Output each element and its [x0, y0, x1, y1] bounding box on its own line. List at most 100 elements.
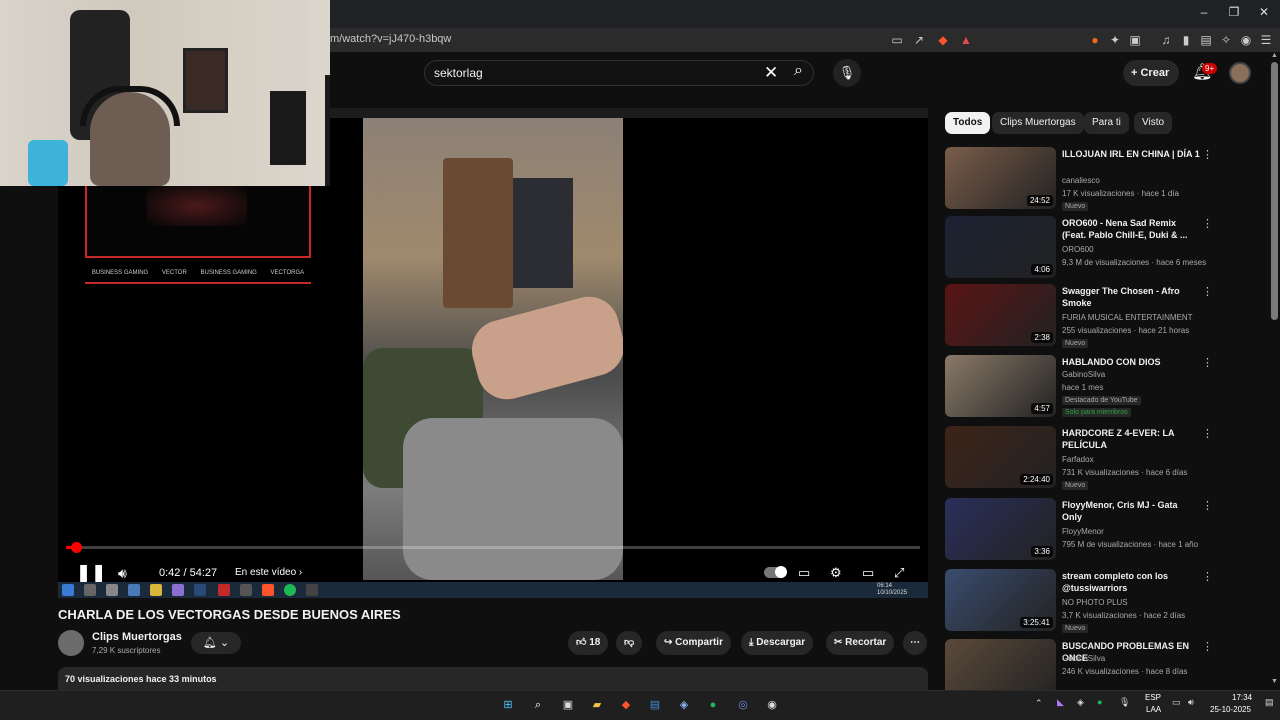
- more-options-icon[interactable]: ⋮: [1202, 217, 1213, 230]
- url-text[interactable]: m/watch?v=jJ470-h3bqw: [330, 33, 451, 45]
- progress-track[interactable]: [66, 546, 920, 549]
- recommendation-channel[interactable]: NO PHOTO PLUS: [1062, 598, 1128, 607]
- recommendation-channel[interactable]: FloyyMenor: [1062, 527, 1104, 536]
- more-options-icon[interactable]: ⋮: [1202, 148, 1213, 161]
- menu-icon[interactable]: ☰: [1258, 32, 1274, 48]
- recommendation-channel[interactable]: Farfadox: [1062, 455, 1094, 464]
- recommendation-thumbnail[interactable]: 2:24:40: [945, 426, 1056, 488]
- extension-box-icon[interactable]: ▣: [1127, 32, 1143, 48]
- pause-icon[interactable]: ❚❚: [76, 563, 106, 584]
- maximize-icon[interactable]: ❐: [1227, 5, 1241, 19]
- tray-spotify-icon[interactable]: ●: [1097, 697, 1102, 707]
- recommendation-channel[interactable]: GabinoSilva: [1062, 654, 1105, 663]
- subtitles-icon[interactable]: ▭: [798, 565, 810, 581]
- recommendation-thumbnail[interactable]: 3:25:41: [945, 569, 1056, 631]
- recommendation-channel[interactable]: GabinoSilva: [1062, 370, 1105, 379]
- recommendation-title[interactable]: ILLOJUAN IRL EN CHINA | DÍA 1: [1062, 148, 1200, 160]
- spotify-icon[interactable]: ●: [704, 696, 722, 714]
- chip-todos[interactable]: Todos: [945, 112, 991, 134]
- microphone-icon[interactable]: 🎙︎: [833, 59, 861, 87]
- start-icon[interactable]: ⊞: [499, 696, 517, 714]
- autoplay-knob[interactable]: [775, 566, 787, 578]
- clock-date[interactable]: 25-10-2025: [1210, 705, 1251, 714]
- like-button[interactable]: 👍︎ 18: [568, 631, 609, 655]
- account-avatar[interactable]: [1229, 62, 1251, 84]
- recommendation-title[interactable]: HARDCORE Z 4-EVER: LA PELÍCULA: [1062, 427, 1200, 451]
- recommendation-title[interactable]: HABLANDO CON DIOS: [1062, 356, 1200, 368]
- keyboard-language[interactable]: ESP: [1145, 693, 1161, 702]
- tray-mic-icon[interactable]: 🎙︎: [1119, 697, 1130, 708]
- tray-chevron-icon[interactable]: ⌃: [1035, 698, 1043, 709]
- recommendation-title[interactable]: Swagger The Chosen - Afro Smoke: [1062, 285, 1200, 309]
- recommendation-thumbnail[interactable]: 4:57: [945, 355, 1056, 417]
- notification-center-icon[interactable]: ▤: [1265, 697, 1274, 708]
- recommendation-channel[interactable]: FURIA MUSICAL ENTERTAINMENT: [1062, 313, 1193, 322]
- dislike-button[interactable]: 👎︎: [616, 631, 643, 655]
- channel-name[interactable]: Clips Muertorgas: [92, 631, 182, 643]
- photos-icon[interactable]: ▤: [646, 696, 664, 714]
- chip-visto[interactable]: Visto: [1134, 112, 1173, 134]
- chapter-button[interactable]: En este vídeo ›: [235, 567, 302, 578]
- extension-puzzle-icon[interactable]: ✦: [1107, 32, 1123, 48]
- tray-app-icon[interactable]: ◣: [1057, 697, 1064, 708]
- more-actions-button[interactable]: ⋯: [903, 631, 927, 655]
- more-options-icon[interactable]: ⋮: [1202, 427, 1213, 440]
- search-query[interactable]: sektorlag: [434, 66, 483, 80]
- more-options-icon[interactable]: ⋮: [1202, 640, 1213, 653]
- sidebar-icon[interactable]: ▮: [1178, 32, 1194, 48]
- progress-scrubber[interactable]: [71, 542, 82, 553]
- recommendation-thumbnail[interactable]: 3:36: [945, 498, 1056, 560]
- chip-para-ti[interactable]: Para ti: [1084, 112, 1129, 134]
- cast-icon[interactable]: ▭: [889, 32, 905, 48]
- taskbar-search-icon[interactable]: ⌕: [529, 696, 547, 714]
- music-icon[interactable]: ♫: [1158, 32, 1174, 48]
- recommendation-thumbnail[interactable]: 2:38: [945, 284, 1056, 346]
- more-options-icon[interactable]: ⋮: [1202, 356, 1213, 369]
- download-button[interactable]: ⤓ Descargar: [741, 631, 814, 655]
- recommendation-channel[interactable]: ORO600: [1062, 245, 1094, 254]
- chip-clips-muertorgas[interactable]: Clips Muertorgas: [992, 112, 1084, 134]
- recommendation-title[interactable]: ORO600 - Nena Sad Remix (Feat. Pablo Chi…: [1062, 217, 1200, 241]
- volume-tray-icon[interactable]: 🔊︎: [1188, 697, 1194, 708]
- clear-search-icon[interactable]: ✕: [764, 63, 778, 83]
- more-options-icon[interactable]: ⋮: [1202, 499, 1213, 512]
- vpn-icon[interactable]: ◉: [1238, 32, 1254, 48]
- recommendation-channel[interactable]: canaliesco: [1062, 176, 1100, 185]
- minimize-icon[interactable]: –: [1197, 5, 1211, 19]
- recommendation-thumbnail[interactable]: 4:06: [945, 216, 1056, 278]
- theater-mode-icon[interactable]: ▭: [862, 565, 874, 581]
- settings-gear-icon[interactable]: ⚙: [830, 565, 842, 581]
- steam-icon[interactable]: ◈: [675, 696, 693, 714]
- share-page-icon[interactable]: ↗: [911, 32, 927, 48]
- more-options-icon[interactable]: ⋮: [1202, 285, 1213, 298]
- brave-rewards-icon[interactable]: ▲: [958, 32, 974, 48]
- clock-time[interactable]: 17:34: [1232, 693, 1252, 702]
- discord-icon[interactable]: ◎: [734, 696, 752, 714]
- leo-icon[interactable]: ✧: [1218, 32, 1234, 48]
- close-window-icon[interactable]: ✕: [1257, 5, 1271, 19]
- tray-steam-icon[interactable]: ◈: [1077, 697, 1084, 708]
- fullscreen-icon[interactable]: ⤢: [894, 565, 904, 581]
- recommendation-title[interactable]: FloyyMenor, Cris MJ - Gata Only: [1062, 499, 1200, 523]
- brave-browser-icon[interactable]: ◆: [617, 696, 635, 714]
- network-icon[interactable]: ▭: [1172, 697, 1181, 708]
- obs-icon[interactable]: ◉: [763, 696, 781, 714]
- recommendation-thumbnail[interactable]: 24:52: [945, 147, 1056, 209]
- subscription-bell-button[interactable]: 🔔︎ ⌄: [191, 632, 241, 654]
- wallet-icon[interactable]: ▤: [1198, 32, 1214, 48]
- scrollbar[interactable]: [1271, 62, 1278, 320]
- file-explorer-icon[interactable]: ▰: [588, 696, 606, 714]
- channel-avatar[interactable]: [58, 630, 84, 656]
- volume-icon[interactable]: 🔊︎: [118, 565, 127, 582]
- more-options-icon[interactable]: ⋮: [1202, 570, 1213, 583]
- scroll-up-icon[interactable]: ▲: [1271, 52, 1278, 59]
- share-button[interactable]: ↪ Compartir: [656, 631, 731, 655]
- keyboard-layout[interactable]: LAA: [1146, 705, 1161, 714]
- create-button[interactable]: + Crear: [1123, 60, 1179, 86]
- extension-flame-icon[interactable]: ●: [1087, 32, 1103, 48]
- task-view-icon[interactable]: ▣: [559, 696, 577, 714]
- scroll-down-icon[interactable]: ▼: [1271, 678, 1278, 685]
- clip-button[interactable]: ✂ Recortar: [826, 631, 895, 655]
- recommendation-title[interactable]: stream completo con los @tussiwarriors: [1062, 570, 1200, 594]
- search-icon[interactable]: ⌕: [794, 62, 803, 80]
